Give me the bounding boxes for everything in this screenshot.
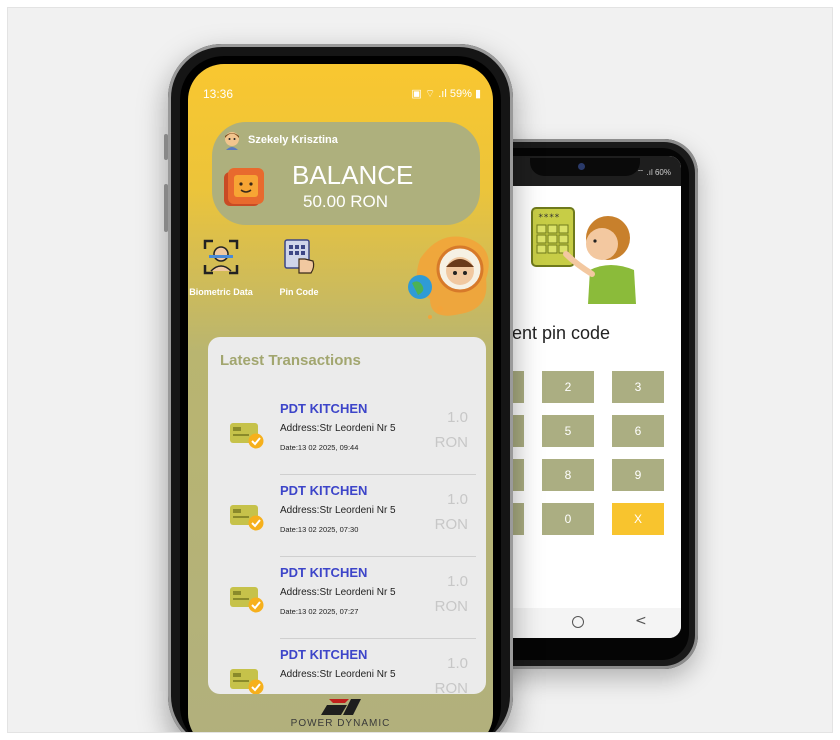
merchant-address: Address:Str Leordeni Nr 5 — [280, 505, 396, 516]
pin-key-3[interactable]: 3 — [612, 371, 664, 403]
balance-label: BALANCE — [292, 160, 414, 190]
wallet-screen: 13:36 ▣ ⌔ .ıl 59% ▮ Szekely Krisztina BA… — [188, 64, 493, 732]
balance-card: Szekely Krisztina BALANCE 50.00 RON — [212, 122, 480, 225]
front-phone-bezel: 13:36 ▣ ⌔ .ıl 59% ▮ Szekely Krisztina BA… — [180, 56, 501, 732]
transaction-date: Date:13 02 2025, 07:27 — [280, 607, 359, 616]
merchant-name: PDT KITCHEN — [280, 565, 368, 580]
power-dynamic-logo — [320, 699, 361, 715]
pin-clear-button[interactable]: X — [612, 503, 664, 535]
keypad-touch-icon — [284, 239, 315, 274]
pin-key-8[interactable]: 8 — [542, 459, 594, 491]
user-name: Szekely Krisztina — [248, 134, 338, 146]
pin-code-button[interactable]: Pin Code — [262, 237, 336, 297]
transaction-amount: 1.0 RON — [434, 573, 468, 615]
face-scan-icon — [203, 239, 239, 275]
transaction-row[interactable]: PDT KITCHEN Address:Str Leordeni Nr 5 Da… — [208, 393, 486, 475]
home-icon[interactable] — [572, 616, 584, 628]
pin-key-0[interactable]: 0 — [542, 503, 594, 535]
transaction-date: Date:13 02 2025, 07:30 — [280, 525, 359, 534]
back-phone-bezel: ⌔ .ıl 60% **** r current p — [482, 148, 689, 660]
transaction-amount: 1.0 RON — [434, 655, 468, 694]
transaction-amount: 1.0 RON — [434, 491, 468, 533]
transaction-amount: 1.0 RON — [434, 409, 468, 451]
pin-entry-illustration: **** — [531, 207, 636, 304]
transactions-panel: Latest Transactions PDT KITCHEN Address:… — [208, 337, 486, 694]
back-status-bar: ⌔ .ıl 60% — [490, 156, 681, 186]
transaction-date: Date:13 02 2025, 09:44 — [280, 443, 359, 452]
svg-text:****: **** — [538, 213, 560, 223]
card-approved-icon — [230, 669, 264, 694]
merchant-name: PDT KITCHEN — [280, 647, 368, 662]
status-bar: 13:36 ▣ ⌔ .ıl 59% ▮ — [188, 64, 493, 104]
pin-key-9[interactable]: 9 — [612, 459, 664, 491]
brand-name: POWER DYNAMIC — [290, 718, 391, 729]
merchant-address: Address:Str Leordeni Nr 5 — [280, 423, 396, 434]
merchant-name: PDT KITCHEN — [280, 483, 368, 498]
pin-code-label: Pin Code — [279, 287, 319, 297]
card-approved-icon — [230, 423, 264, 449]
showcase-frame: ⌔ .ıl 60% **** r current p — [7, 7, 833, 733]
transaction-row[interactable]: PDT KITCHEN Address:Str Leordeni Nr 5 1.… — [208, 639, 486, 694]
card-approved-icon — [230, 505, 264, 531]
camera-icon — [578, 163, 585, 170]
astronaut-illustration — [408, 236, 489, 319]
back-battery-status: ⌔ .ıl 60% — [636, 168, 671, 177]
balance-value: 50.00 RON — [303, 192, 389, 211]
pin-key-6[interactable]: 6 — [612, 415, 664, 447]
volume-button — [164, 134, 168, 160]
merchant-address: Address:Str Leordeni Nr 5 — [280, 669, 396, 680]
card-approved-icon — [230, 587, 264, 613]
notch — [530, 158, 640, 176]
biometric-data-label: Biometric Data — [189, 287, 253, 297]
merchant-name: PDT KITCHEN — [280, 401, 368, 416]
biometric-data-button[interactable]: Biometric Data — [188, 237, 258, 297]
transaction-row[interactable]: PDT KITCHEN Address:Str Leordeni Nr 5 Da… — [208, 557, 486, 639]
pin-key-5[interactable]: 5 — [542, 415, 594, 447]
front-phone: 13:36 ▣ ⌔ .ıl 59% ▮ Szekely Krisztina BA… — [164, 44, 513, 732]
status-icons: ▣ ⌔ .ıl 59% ▮ — [411, 88, 481, 100]
pin-screen: ⌔ .ıl 60% **** r current p — [490, 156, 681, 638]
volume-button — [164, 184, 168, 232]
status-time: 13:36 — [203, 87, 234, 101]
merchant-address: Address:Str Leordeni Nr 5 — [280, 587, 396, 598]
wallet-icon — [224, 168, 264, 206]
brand-footer: POWER DYNAMIC — [188, 698, 493, 729]
pin-key-2[interactable]: 2 — [542, 371, 594, 403]
transactions-title: Latest Transactions — [220, 352, 361, 369]
back-chevron-icon[interactable]: < — [635, 613, 647, 629]
android-nav-bar: < — [490, 608, 681, 638]
transaction-row[interactable]: PDT KITCHEN Address:Str Leordeni Nr 5 Da… — [208, 475, 486, 557]
user-avatar-icon — [225, 132, 239, 150]
